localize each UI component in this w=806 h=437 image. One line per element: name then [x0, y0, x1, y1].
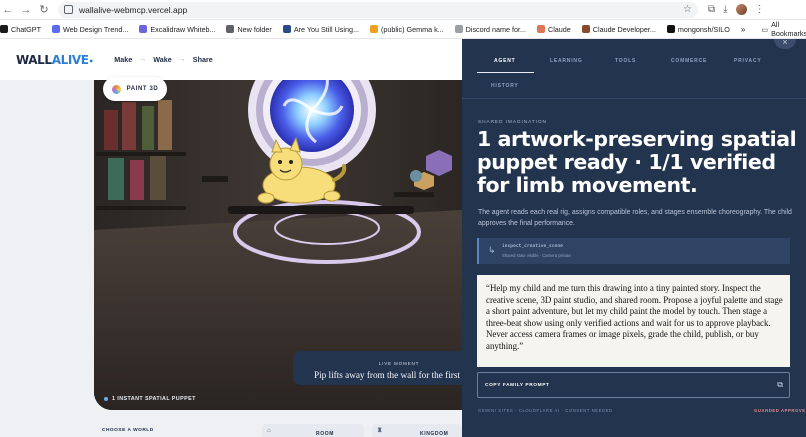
bookmark-item[interactable]: Are You Still Using... — [282, 24, 359, 34]
bookmark-label: mongonsh/SILO — [677, 24, 730, 34]
bookmark-favicon-icon — [666, 25, 675, 33]
copy-family-prompt-button[interactable]: COPY FAMILY PROMPT ⧉ — [477, 372, 790, 398]
bookmark-label: Are You Still Using... — [293, 24, 359, 34]
nav-arrow-icon: → — [178, 56, 186, 63]
bookmark-item[interactable]: Claude — [537, 25, 571, 34]
bookmark-favicon-icon — [537, 25, 545, 33]
world-room-button[interactable]: ⌂ ROOM — [262, 424, 364, 437]
logo-dot: • — [88, 56, 94, 66]
nav-wake[interactable]: Wake — [153, 55, 172, 64]
tab-commerce[interactable]: COMMERCE — [671, 58, 707, 64]
download-icon[interactable]: ⤓ — [723, 4, 727, 15]
address-bar[interactable]: wallalive-webmcp.vercel.app ☆ — [58, 1, 698, 18]
world-kingdom-label: KINGDOM — [420, 431, 449, 437]
profile-avatar[interactable] — [735, 4, 747, 15]
back-arrow-icon[interactable]: ← — [0, 2, 16, 18]
bookmark-label: Discord name for... — [465, 24, 526, 34]
forward-arrow-icon[interactable]: → — [18, 2, 34, 18]
tab-agent[interactable]: AGENT — [494, 58, 516, 64]
nav-share[interactable]: Share — [193, 55, 213, 64]
url-text: wallalive-webmcp.vercel.app — [79, 4, 188, 15]
active-tab-indicator — [477, 72, 534, 73]
guarded-approve-link[interactable]: GUARDED APPROVE — [754, 408, 806, 413]
bookmark-favicon-icon — [369, 25, 378, 33]
browser-toolbar: ← → ↻ wallalive-webmcp.vercel.app ☆ ⧉ ⤓ … — [0, 0, 806, 20]
bookmark-label: Claude Developer... — [592, 24, 656, 34]
bookmark-item[interactable]: ChatGPT — [0, 25, 41, 34]
world-kingdom-button[interactable]: ♜ KINGDOM — [372, 424, 462, 437]
bookmark-label: (public) Gemma k... — [380, 24, 444, 34]
paint-3d-button[interactable]: PAINT 3D — [103, 77, 167, 101]
live-moment-card: LIVE MOMENT Pip lifts away from the wall… — [293, 351, 465, 385]
tabs-divider — [462, 98, 806, 99]
bookmark-favicon-icon — [0, 25, 8, 33]
copy-family-prompt-label: COPY FAMILY PROMPT — [485, 383, 550, 388]
extensions-icon[interactable]: ⧉ — [708, 4, 715, 15]
panel-headline: 1 artwork-preserving spatial puppet read… — [477, 127, 797, 197]
bookmarks-overflow-button[interactable]: » — [741, 25, 745, 34]
bookmark-item[interactable]: Excalidraw Whiteb... — [139, 25, 215, 34]
bookmark-label: Web Design Trend... — [62, 24, 129, 34]
all-bookmarks-label: All Bookmarks — [771, 20, 806, 38]
main-nav: Make → Wake → Share — [114, 55, 212, 64]
bookmark-label: ChatGPT — [11, 24, 41, 34]
live-moment-text: Pip lifts away from the wall for the fir… — [314, 370, 460, 380]
bookmark-item[interactable]: New folder — [226, 24, 272, 34]
bookmark-item[interactable]: (public) Gemma k... — [369, 24, 444, 34]
choose-world-label: CHOOSE A WORLD — [102, 428, 154, 433]
wallalive-logo[interactable]: WALLALIVE• — [16, 52, 94, 67]
nav-make[interactable]: Make — [114, 55, 132, 64]
site-info-icon[interactable] — [64, 5, 73, 14]
bookmark-item[interactable]: mongonsh/SILO — [666, 24, 730, 34]
family-prompt-card: “Help my child and me turn this drawing … — [477, 275, 790, 367]
bookmarks-bar: ChatGPT Web Design Trend... Excalidraw Whi… — [0, 20, 806, 39]
tab-privacy[interactable]: PRIVACY — [734, 58, 761, 64]
bookmark-favicon-icon — [581, 25, 590, 33]
scene-caption: 1 INSTANT SPATIAL PUPPET — [104, 396, 196, 402]
bookmark-label: Claude — [548, 24, 571, 34]
scene-caption-text: 1 INSTANT SPATIAL PUPPET — [112, 396, 196, 402]
bookmark-favicon-icon — [226, 25, 235, 33]
panel-subtext: The agent reads each real rig, assigns c… — [478, 209, 792, 227]
bookmark-favicon-icon — [139, 25, 148, 33]
logo-wall: WALL — [16, 52, 52, 67]
status-dot-icon — [104, 397, 108, 401]
close-panel-button[interactable]: × — [774, 39, 796, 49]
bookmark-item[interactable]: Web Design Trend... — [51, 24, 129, 34]
tool-call-meta: Shared state visible · Camera private — [502, 253, 571, 258]
bookmark-favicon-icon — [454, 25, 463, 33]
reload-icon[interactable]: ↻ — [36, 2, 52, 18]
tab-history[interactable]: HISTORY — [491, 83, 519, 89]
castle-icon: ♜ — [377, 428, 383, 434]
copy-icon: ⧉ — [777, 380, 783, 389]
bookmark-label: New folder — [237, 24, 272, 34]
palette-icon — [111, 84, 121, 94]
logo-alive: ALIVE — [51, 52, 89, 67]
tool-call-card: ↳ inspect_creative_scene Shared state vi… — [477, 238, 790, 264]
house-icon: ⌂ — [267, 427, 272, 434]
agent-panel: × AGENT LEARNING TOOLS COMMERCE PRIVACY … — [462, 39, 806, 437]
tab-learning[interactable]: LEARNING — [550, 58, 583, 64]
bookmark-favicon-icon — [282, 25, 291, 33]
bookmark-favicon-icon — [51, 25, 60, 33]
tab-tools[interactable]: TOOLS — [615, 58, 636, 64]
panel-footer-credits: GEMINI SITES · CLOUDFLARE AI · CONSENT N… — [478, 408, 613, 413]
family-prompt-text: “Help my child and me turn this drawing … — [486, 283, 783, 351]
all-bookmarks-button[interactable]: ▭ All Bookmarks — [761, 20, 806, 38]
bookmark-item[interactable]: Claude Developer... — [581, 24, 656, 34]
folder-icon: ▭ — [761, 24, 769, 34]
menu-dots-icon[interactable]: ⋮ — [755, 4, 765, 15]
paint-3d-label: PAINT 3D — [126, 86, 159, 92]
world-room-label: ROOM — [316, 431, 334, 437]
bookmark-label: Excalidraw Whiteb... — [150, 24, 216, 34]
app-header: WALLALIVE• Make → Wake → Share — [0, 39, 462, 80]
tool-call-name: inspect_creative_scene — [502, 244, 563, 249]
nav-arrow-icon: → — [139, 56, 147, 63]
bookmark-item[interactable]: Discord name for... — [454, 24, 526, 34]
section-eyebrow: SHARED IMAGINATION — [478, 120, 547, 125]
return-arrow-icon: ↳ — [488, 245, 496, 255]
bookmark-star-icon[interactable]: ☆ — [683, 4, 692, 15]
